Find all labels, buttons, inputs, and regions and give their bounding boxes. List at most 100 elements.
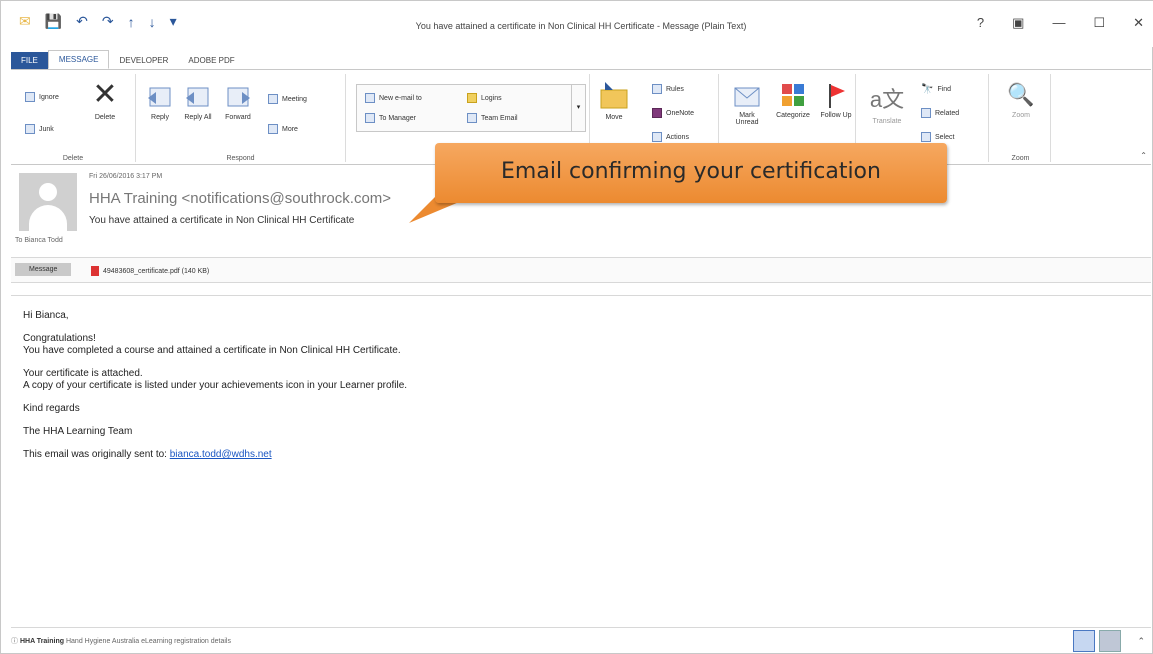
body-congrats: Congratulations! (23, 333, 96, 344)
close-button[interactable]: ✕ (1133, 15, 1144, 31)
quick-access-toolbar: ✉ 💾 ↶ ↷ ↑ ↓ ▾ (19, 13, 177, 30)
tab-message[interactable]: MESSAGE (47, 50, 110, 69)
body-paragraph-congrats: Congratulations! You have completed a co… (23, 333, 407, 357)
related-button[interactable]: Related (921, 108, 959, 118)
help-button[interactable]: ? (977, 15, 984, 31)
body-attached: Your certificate is attached. (23, 368, 143, 379)
redo-icon[interactable]: ↷ (102, 13, 114, 30)
message-tab-button[interactable]: Message (15, 263, 72, 276)
message-sender[interactable]: HHA Training <notifications@southrock.co… (89, 190, 391, 207)
new-email-icon (365, 93, 375, 103)
body-team: The HHA Learning Team (23, 426, 133, 437)
people-pane-text: ⓘ HHA Training Hand Hygiene Australia eL… (11, 636, 231, 646)
move-folder-icon (600, 82, 628, 109)
save-icon[interactable]: 💾 (45, 13, 62, 30)
reply-button[interactable]: Reply (142, 84, 178, 121)
quicksteps-more-button[interactable]: ▾ (571, 85, 585, 131)
quickstep-new-email[interactable]: New e-mail to (365, 93, 422, 103)
body-sent-to-email-link[interactable]: bianca.todd@wdhs.net (170, 449, 272, 460)
quick-steps-gallery: New e-mail to To Manager Logins Team Ema… (356, 84, 586, 132)
person-avatar-icon[interactable] (1073, 630, 1095, 652)
minimize-button[interactable]: — (1052, 15, 1065, 31)
junk-button[interactable]: Junk (25, 124, 54, 134)
maximize-button[interactable]: ☐ (1093, 15, 1105, 31)
delete-button[interactable]: ✕ Delete (85, 78, 125, 122)
follow-up-button[interactable]: Follow Up (819, 82, 853, 119)
tab-file[interactable]: FILE (11, 52, 48, 69)
forward-button[interactable]: Forward (218, 84, 258, 121)
actions-icon (652, 132, 662, 142)
person-avatar-icon[interactable] (1099, 630, 1121, 652)
body-completed: You have completed a course and attained… (23, 345, 401, 356)
body-sent-to-label: This email was originally sent to: (23, 449, 167, 460)
window-controls: ? ▣ — ☐ ✕ (977, 15, 1144, 31)
team-email-icon (467, 113, 477, 123)
attachment-file[interactable]: 49483608_certificate.pdf (140 KB) (91, 266, 209, 276)
quickstep-logins[interactable]: Logins (467, 93, 502, 103)
find-button[interactable]: 🔭 Find (921, 84, 951, 95)
tab-developer[interactable]: DEVELOPER (109, 52, 178, 69)
message-body-text: Hi Bianca, Congratulations! You have com… (23, 310, 407, 472)
related-icon (921, 108, 931, 118)
ignore-button[interactable]: Ignore (25, 92, 59, 102)
zoom-group-label: Zoom (1011, 155, 1030, 162)
down-arrow-icon[interactable]: ↓ (149, 14, 156, 30)
to-manager-icon (365, 113, 375, 123)
meeting-icon (268, 94, 278, 104)
forward-icon (227, 87, 250, 107)
move-button[interactable]: Move (596, 80, 632, 121)
junk-icon (25, 124, 35, 134)
ribbon-display-button[interactable]: ▣ (1012, 15, 1024, 31)
onenote-icon (652, 108, 662, 118)
logins-icon (467, 93, 477, 103)
body-regards: Kind regards (23, 403, 80, 414)
pdf-icon (91, 266, 99, 276)
attachment-bar: Message 49483608_certificate.pdf (140 KB… (11, 257, 1151, 283)
actions-button[interactable]: Actions (652, 132, 689, 142)
undo-icon[interactable]: ↶ (76, 13, 88, 30)
message-body: Hi Bianca, Congratulations! You have com… (11, 295, 1151, 619)
sender-avatar (19, 173, 77, 231)
up-arrow-icon[interactable]: ↑ (128, 14, 135, 30)
more-icon (268, 124, 278, 134)
delete-x-icon: ✕ (92, 78, 118, 111)
tab-adobe-pdf[interactable]: ADOBE PDF (178, 52, 244, 69)
body-paragraph-certificate: Your certificate is attached. A copy of … (23, 368, 407, 392)
categorize-icon (782, 84, 804, 106)
select-button[interactable]: Select (921, 132, 954, 142)
select-icon (921, 132, 931, 142)
title-bar: ✉ 💾 ↶ ↷ ↑ ↓ ▾ You have attained a certif… (1, 1, 1153, 47)
mark-unread-button[interactable]: Mark Unread (729, 82, 765, 126)
onenote-button[interactable]: OneNote (652, 108, 694, 118)
info-icon: ⓘ (11, 638, 18, 645)
categorize-button[interactable]: Categorize (771, 82, 815, 119)
expand-people-pane-button[interactable]: ⌃ (1137, 636, 1145, 647)
translate-button[interactable]: a文 Translate (865, 82, 909, 125)
window-title: You have attained a certificate in Non C… (415, 21, 747, 31)
people-pane-detail: Hand Hygiene Australia eLearning registr… (65, 638, 231, 645)
magnifier-icon: 🔍 (1007, 82, 1035, 107)
body-paragraph-sent-to: This email was originally sent to: bianc… (23, 449, 407, 461)
reply-all-button[interactable]: Reply All (180, 84, 216, 121)
body-copy: A copy of your certificate is listed und… (23, 380, 408, 391)
message-to[interactable]: To Bianca Todd (15, 237, 63, 244)
message-date: Fri 26/06/2016 3:17 PM (89, 173, 163, 180)
zoom-button[interactable]: 🔍 Zoom (1001, 82, 1041, 119)
customize-icon[interactable]: ▾ (170, 13, 177, 30)
ribbon-tabs: FILE MESSAGE DEVELOPER ADOBE PDF (11, 49, 245, 69)
collapse-ribbon-button[interactable]: ⌃ (1140, 151, 1147, 160)
reply-icon (148, 87, 171, 107)
respond-group: Reply Reply All Forward Meeting More Res… (136, 74, 346, 162)
avatar-body (29, 205, 67, 231)
body-greeting: Hi Bianca, (23, 310, 69, 321)
avatar-head (39, 183, 57, 201)
quickstep-team-email[interactable]: Team Email (467, 113, 518, 123)
ignore-icon (25, 92, 35, 102)
flag-icon (829, 84, 845, 108)
people-pane-sender[interactable]: HHA Training (20, 638, 64, 645)
people-pane-avatars (1073, 630, 1121, 652)
quickstep-to-manager[interactable]: To Manager (365, 113, 416, 123)
more-button[interactable]: More (268, 124, 298, 134)
rules-button[interactable]: Rules (652, 84, 684, 94)
meeting-button[interactable]: Meeting (268, 94, 307, 104)
